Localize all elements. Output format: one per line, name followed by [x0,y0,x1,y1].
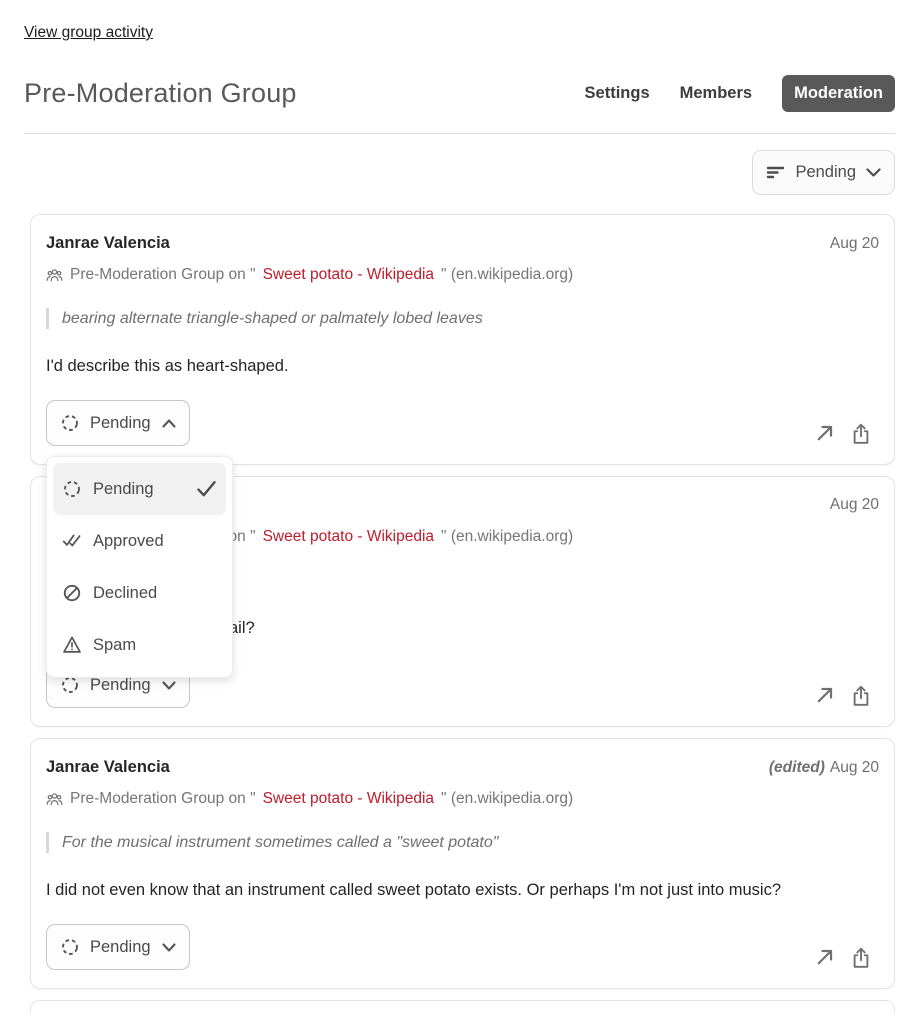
check-icon [196,480,217,498]
group-icon [46,792,63,807]
next-card-edge [30,1000,895,1012]
filter-button[interactable]: Pending [752,150,895,195]
chevron-down-icon [162,943,176,952]
byline-domain: " (en.wikipedia.org) [441,528,573,546]
tab-members[interactable]: Members [680,84,752,103]
document-link[interactable]: Sweet potato - Wikipedia [263,266,434,284]
menu-item-approved[interactable]: Approved [53,515,226,567]
tab-moderation[interactable]: Moderation [782,75,895,112]
status-label: Pending [90,676,151,695]
byline-domain: " (en.wikipedia.org) [441,266,573,284]
open-in-context-icon[interactable] [815,685,835,707]
status-label: Pending [90,414,151,433]
group-icon [46,268,63,283]
open-in-context-icon[interactable] [815,423,835,445]
filter-toolbar: Pending [24,150,895,195]
annotation-byline: Pre-Moderation Group on " Sweet potato - … [46,266,879,284]
quoted-text: For the musical instrument sometimes cal… [46,832,879,853]
annotation-date: Aug 20 [830,235,879,253]
view-group-activity-link[interactable]: View group activity [24,24,153,42]
header-divider [24,133,895,134]
annotation-card: Janrae Valencia Aug 20 Pre-Moderation Gr… [30,214,895,465]
filter-icon [766,164,785,181]
open-in-context-icon[interactable] [815,947,835,969]
chevron-down-icon [866,168,881,177]
byline-text: Pre-Moderation Group on " [70,266,256,284]
menu-item-pending[interactable]: Pending [53,463,226,515]
menu-item-declined[interactable]: Declined [53,567,226,619]
byline-text: Pre-Moderation Group on " [70,790,256,808]
chevron-down-icon [162,681,176,690]
share-icon[interactable] [851,947,871,969]
pending-icon [62,479,82,499]
share-icon[interactable] [851,423,871,445]
chevron-up-icon [162,419,176,428]
tab-bar: Settings Members Moderation [585,75,895,112]
document-link[interactable]: Sweet potato - Wikipedia [263,790,434,808]
page-title: Pre-Moderation Group [24,78,297,109]
status-select-button[interactable]: Pending [46,400,190,446]
document-link[interactable]: Sweet potato - Wikipedia [263,528,434,546]
menu-item-spam[interactable]: Spam [53,619,226,671]
comment-text: I'd describe this as heart-shaped. [46,356,879,376]
share-icon[interactable] [851,685,871,707]
status-label: Pending [90,938,151,957]
approved-icon [62,531,82,551]
edited-badge: (edited) [769,759,825,776]
comment-text: I did not even know that an instrument c… [46,880,879,900]
pending-status-icon [60,675,80,695]
annotation-date: Aug 20 [830,496,879,514]
moderation-page: View group activity Pre-Moderation Group… [0,0,909,1012]
annotation-date: (edited)Aug 20 [769,759,879,777]
pending-status-icon [60,937,80,957]
spam-icon [62,635,82,655]
status-select-button[interactable]: Pending [46,924,190,970]
filter-label: Pending [795,163,856,182]
byline-domain: " (en.wikipedia.org) [441,790,573,808]
declined-icon [62,583,82,603]
annotation-list: Janrae Valencia Aug 20 Pre-Moderation Gr… [24,214,895,1012]
tab-settings[interactable]: Settings [585,84,650,103]
quoted-text: bearing alternate triangle-shaped or pal… [46,308,879,329]
author-name: Janrae Valencia [46,234,170,253]
annotation-byline: Pre-Moderation Group on " Sweet potato - … [46,790,879,808]
author-name: Janrae Valencia [46,758,170,777]
status-menu: Pending Approved [46,456,233,678]
annotation-card: Janrae Valencia (edited)Aug 20 Pre-Moder… [30,738,895,989]
page-header: Pre-Moderation Group Settings Members Mo… [24,75,895,112]
pending-status-icon [60,413,80,433]
